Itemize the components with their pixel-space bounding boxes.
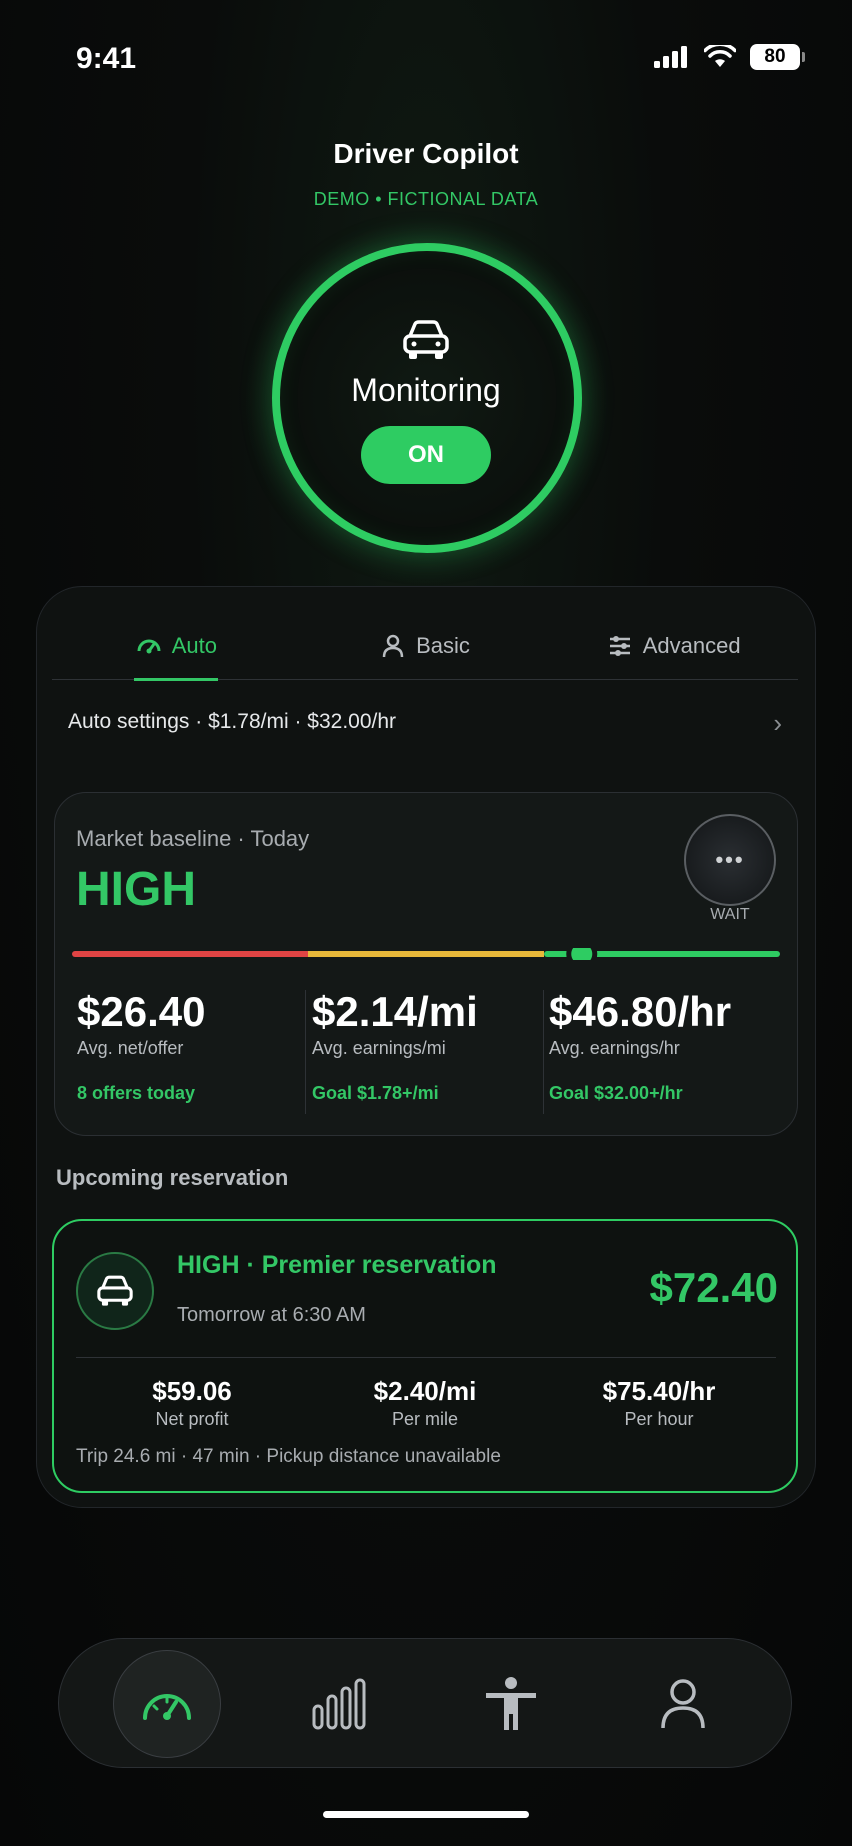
app-title: Driver Copilot — [333, 138, 519, 169]
reservation-stat-mile: $2.40/mi Per mile — [325, 1376, 525, 1430]
upcoming-heading: Upcoming reservation — [56, 1165, 289, 1190]
metric-value: $46.80/hr — [549, 988, 732, 1035]
gauge-mid-segment — [308, 951, 544, 957]
reservation-title: HIGH · Premier reservation — [177, 1251, 497, 1279]
battery-icon: 80 — [750, 44, 805, 70]
accessibility-icon — [486, 1677, 536, 1730]
metric-label: Avg. earnings/mi — [312, 1038, 446, 1058]
metric-label: Avg. earnings/hr — [549, 1038, 680, 1058]
reservation-price: $72.40 — [649, 1264, 778, 1311]
tab-auto[interactable]: Auto — [52, 612, 301, 679]
metric-divider — [543, 990, 544, 1114]
metric-value: $2.14/mi — [312, 988, 478, 1035]
demo-tag: DEMO • FICTIONAL DATA — [313, 189, 539, 209]
reservation-time: Tomorrow at 6:30 AM — [177, 1304, 366, 1326]
monitoring-state-button[interactable]: ON — [361, 426, 491, 484]
chevron-right-icon[interactable]: › — [773, 708, 782, 739]
market-baseline-label: Market baseline · Today — [76, 826, 310, 851]
reservation-trip-details: Trip 24.6 mi · 47 min · Pickup distance … — [76, 1446, 501, 1467]
wait-button[interactable]: ••• — [684, 814, 776, 906]
auto-settings-row[interactable]: Auto settings · $1.78/mi · $32.00/hr — [68, 710, 396, 734]
status-time: 9:41 — [76, 42, 137, 75]
home-indicator — [323, 1811, 529, 1818]
reservation-divider — [76, 1357, 776, 1358]
wifi-icon — [704, 45, 736, 67]
speedometer-icon — [143, 1694, 191, 1720]
stat-value: $2.40/mi — [373, 1376, 477, 1406]
metric-goal: Goal $1.78+/mi — [312, 1083, 439, 1103]
tab-advanced[interactable]: Advanced — [549, 612, 798, 679]
mode-tabs: Auto Basic Advanced — [52, 612, 798, 680]
gauge-low-segment — [72, 951, 312, 957]
metric-earnings-hr: $46.80/hr Avg. earnings/hr Goal $32.00+/… — [549, 988, 731, 1104]
metric-label: Avg. net/offer — [77, 1038, 184, 1058]
tab-basic[interactable]: Basic — [301, 612, 550, 679]
more-icon: ••• — [715, 847, 745, 872]
profile-icon — [661, 1679, 705, 1729]
metric-earnings-mi: $2.14/mi Avg. earnings/mi Goal $1.78+/mi — [312, 988, 478, 1104]
status-icons: 80 — [654, 44, 805, 70]
market-level: HIGH — [76, 863, 196, 916]
wait-label: WAIT — [710, 906, 750, 923]
gauge-marker — [566, 948, 598, 960]
signal-icon — [654, 46, 687, 68]
reservation-car-badge — [76, 1252, 154, 1330]
person-icon — [382, 634, 404, 657]
status-bar: 9:41 80 — [0, 0, 852, 120]
car-icon — [97, 1275, 133, 1306]
metric-value: $26.40 — [77, 988, 206, 1035]
sliders-icon — [609, 635, 630, 656]
market-gauge — [72, 948, 780, 960]
nav-stats[interactable] — [285, 1650, 393, 1758]
gauge-icon — [137, 639, 161, 653]
metric-net-offer: $26.40 Avg. net/offer 8 offers today — [77, 988, 205, 1104]
stat-value: $75.40/hr — [602, 1376, 716, 1406]
tab-label: Advanced — [642, 632, 741, 658]
metric-divider — [305, 990, 306, 1114]
stat-label: Per mile — [391, 1409, 458, 1429]
reservation-stat-net: $59.06 Net profit — [92, 1376, 292, 1430]
reservation-stat-hour: $75.40/hr Per hour — [559, 1376, 759, 1430]
tab-label: Auto — [171, 632, 217, 658]
nav-dashboard[interactable] — [113, 1650, 221, 1758]
monitoring-label: Monitoring — [351, 372, 501, 408]
tab-label: Basic — [416, 632, 470, 658]
car-icon — [403, 320, 449, 359]
nav-accessibility[interactable] — [457, 1650, 565, 1758]
stat-label: Net profit — [155, 1409, 229, 1429]
nav-profile[interactable] — [629, 1650, 737, 1758]
metric-goal: Goal $32.00+/hr — [549, 1083, 683, 1103]
stat-value: $59.06 — [152, 1376, 232, 1406]
bar-chart-icon — [312, 1678, 366, 1730]
stat-label: Per hour — [624, 1409, 694, 1429]
metric-goal: 8 offers today — [77, 1083, 196, 1103]
